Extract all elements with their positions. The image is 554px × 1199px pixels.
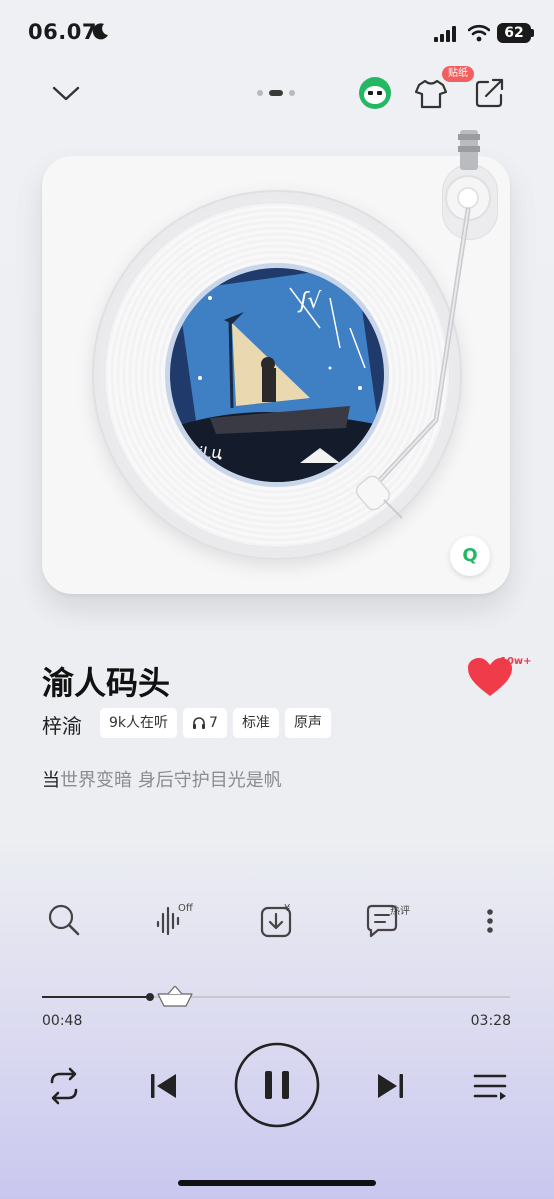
- quality-tag-label: 标准: [241, 715, 270, 731]
- share-icon[interactable]: [472, 76, 506, 110]
- moon-icon: [92, 23, 108, 40]
- original-tag-label: 原声: [293, 715, 322, 731]
- song-title: 渝人码头: [42, 664, 171, 702]
- original-tag[interactable]: 原声: [284, 708, 331, 738]
- download-price-mark: ¥: [284, 903, 291, 914]
- paper-boat-icon: [157, 986, 193, 1007]
- lyric-rest: 世界变暗 身后守护目光是帆: [60, 770, 282, 791]
- listeners-tag-label: 9k人在听: [109, 715, 169, 731]
- previous-track-icon[interactable]: [140, 1062, 188, 1110]
- tshirt-skin-icon[interactable]: [414, 76, 448, 110]
- current-time: 00:48: [42, 1013, 83, 1029]
- song-tags: 9k人在听 7 标准 原声: [100, 708, 331, 738]
- progress-fill: [42, 996, 150, 998]
- headphones-tag-label: 7: [209, 715, 218, 731]
- wifi-icon: [468, 24, 490, 42]
- tonearm[interactable]: [340, 120, 510, 540]
- headphones-tag[interactable]: 7: [183, 708, 227, 738]
- page-dot: [257, 90, 263, 96]
- quality-tag[interactable]: 标准: [232, 708, 279, 738]
- page-dot: [289, 90, 295, 96]
- battery-level: 62: [497, 23, 531, 43]
- page-dot-active: [269, 90, 283, 96]
- hot-comment-badge: 热评: [390, 906, 410, 917]
- chevron-down-icon[interactable]: [48, 78, 84, 108]
- total-time: 03:28: [470, 1013, 511, 1029]
- progress-knob[interactable]: [146, 993, 154, 1001]
- svg-text:ʃ√: ʃ√: [297, 289, 322, 314]
- cellular-signal-icon: [434, 26, 456, 42]
- search-icon[interactable]: [44, 900, 84, 940]
- headphones-icon: [193, 717, 206, 729]
- page-indicator: [257, 90, 297, 96]
- next-track-icon[interactable]: [366, 1062, 414, 1110]
- frog-mascot-icon[interactable]: [358, 76, 392, 110]
- sound-effect-status: Off: [178, 903, 193, 914]
- repeat-icon[interactable]: [40, 1062, 88, 1110]
- like-count: 10w+: [500, 656, 532, 667]
- artist-name[interactable]: 梓渝: [42, 710, 82, 739]
- playlist-icon[interactable]: [466, 1062, 514, 1110]
- battery-tip: [531, 29, 534, 37]
- current-lyric[interactable]: 当世界变暗 身后守护目光是帆: [42, 766, 282, 792]
- sticker-badge: 贴纸: [442, 66, 474, 82]
- more-options-icon[interactable]: [470, 900, 510, 940]
- pause-button[interactable]: [234, 1042, 320, 1128]
- lyric-highlight: 当: [42, 770, 60, 791]
- listeners-tag[interactable]: 9k人在听: [100, 708, 178, 738]
- q-badge[interactable]: Q: [450, 536, 490, 576]
- status-time: 06.07: [28, 20, 97, 44]
- home-indicator[interactable]: [178, 1180, 376, 1186]
